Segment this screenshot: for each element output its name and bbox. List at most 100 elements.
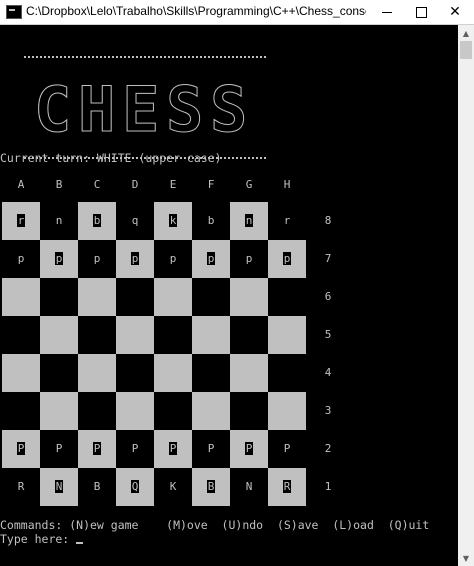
board-square-e7: p [154, 240, 192, 278]
maximize-icon [415, 6, 427, 18]
chess-piece [134, 366, 136, 379]
chess-piece: Q [130, 480, 140, 493]
board-square-h2: P [268, 430, 306, 468]
board-square-e4 [154, 354, 192, 392]
chess-piece [286, 290, 288, 303]
row-label: 3 [324, 404, 332, 417]
chess-piece: R [17, 480, 25, 493]
console-output[interactable]: CHESS Current turn: WHITE (upper case) A… [0, 25, 458, 566]
board-square-b6 [40, 278, 78, 316]
board-square-g6 [230, 278, 268, 316]
board-square-a7: p [2, 240, 40, 278]
board-square-f5 [192, 316, 230, 354]
minimize-button[interactable] [370, 0, 404, 24]
chess-ascii-banner: CHESS [24, 51, 274, 163]
commands-text: Commands: (N)ew game (M)ove (U)ndo (S)av… [0, 518, 430, 532]
chess-piece [248, 290, 250, 303]
row-label: 1 [324, 480, 332, 493]
input-prompt[interactable]: Type here: [0, 532, 84, 546]
board-square-d1: Q [116, 468, 154, 506]
prompt-label: Type here: [0, 532, 77, 546]
board-square-g4 [230, 354, 268, 392]
console-app-icon[interactable] [6, 5, 22, 19]
row-label: 5 [324, 328, 332, 341]
chess-piece: q [131, 214, 139, 227]
board-square-b5 [40, 316, 78, 354]
chess-piece: p [245, 252, 253, 265]
board-square-h6 [268, 278, 306, 316]
chess-piece: N [245, 480, 253, 493]
board-square-a2: P [2, 430, 40, 468]
board-square-e1: K [154, 468, 192, 506]
scroll-down-icon[interactable]: ▼ [458, 550, 474, 566]
column-label: C [93, 178, 101, 191]
title-bar[interactable]: C:\Dropbox\Lelo\Trabalho\Skills\Programm… [0, 0, 474, 25]
chess-piece [20, 366, 22, 379]
close-icon: ✕ [449, 4, 461, 20]
chess-piece [20, 328, 22, 341]
chess-piece [134, 290, 136, 303]
board-square-d4 [116, 354, 154, 392]
chess-piece: p [282, 252, 292, 265]
board-square-h4 [268, 354, 306, 392]
chess-piece: P [55, 442, 63, 455]
board-square-c3 [78, 392, 116, 430]
board-square-c5 [78, 316, 116, 354]
board-square-d2: P [116, 430, 154, 468]
chess-piece: P [16, 442, 26, 455]
chess-piece: p [206, 252, 216, 265]
board-square-c8: b [78, 202, 116, 240]
chess-piece: P [168, 442, 178, 455]
board-square-g3 [230, 392, 268, 430]
chess-piece [96, 290, 98, 303]
chess-piece: R [282, 480, 292, 493]
board-square-a3 [2, 392, 40, 430]
board-square-b2: P [40, 430, 78, 468]
chess-piece: r [16, 214, 26, 227]
close-button[interactable]: ✕ [438, 0, 472, 24]
chess-piece [20, 404, 22, 417]
row-label: 4 [324, 366, 332, 379]
window-title: C:\Dropbox\Lelo\Trabalho\Skills\Programm… [26, 4, 366, 18]
row-label: 8 [324, 214, 332, 227]
chess-piece [248, 366, 250, 379]
chess-piece [286, 328, 288, 341]
vertical-scrollbar[interactable]: ▲ ▼ [458, 25, 474, 566]
maximize-button[interactable] [404, 0, 438, 24]
board-square-d5 [116, 316, 154, 354]
chess-piece: k [168, 214, 178, 227]
board-square-h7: p [268, 240, 306, 278]
column-label: G [245, 178, 253, 191]
chess-piece: b [207, 214, 215, 227]
board-square-a1: R [2, 468, 40, 506]
chess-piece: p [93, 252, 101, 265]
chess-piece [248, 328, 250, 341]
board-square-h1: R [268, 468, 306, 506]
board-square-d3 [116, 392, 154, 430]
chess-piece: p [54, 252, 64, 265]
column-label: A [17, 178, 25, 191]
chess-piece [134, 328, 136, 341]
scroll-thumb[interactable] [460, 41, 472, 59]
board-square-f3 [192, 392, 230, 430]
column-label: E [169, 178, 177, 191]
chess-piece: n [244, 214, 254, 227]
board-square-b8: n [40, 202, 78, 240]
board-square-f8: b [192, 202, 230, 240]
chess-piece [58, 328, 60, 341]
board-square-a4 [2, 354, 40, 392]
chess-board: r n b q k b n r p p p p p p p p P P P P P P P P R N B Q K B N R [2, 202, 306, 506]
chess-piece [172, 404, 174, 417]
banner-letter: C [33, 73, 71, 147]
column-label: B [55, 178, 63, 191]
chess-piece: p [169, 252, 177, 265]
board-square-b4 [40, 354, 78, 392]
chess-piece [58, 366, 60, 379]
board-square-f2: P [192, 430, 230, 468]
banner-letter: S [165, 73, 203, 147]
scroll-up-icon[interactable]: ▲ [458, 25, 474, 41]
chess-piece: P [207, 442, 215, 455]
row-label: 6 [324, 290, 332, 303]
board-square-d6 [116, 278, 154, 316]
board-square-g1: N [230, 468, 268, 506]
